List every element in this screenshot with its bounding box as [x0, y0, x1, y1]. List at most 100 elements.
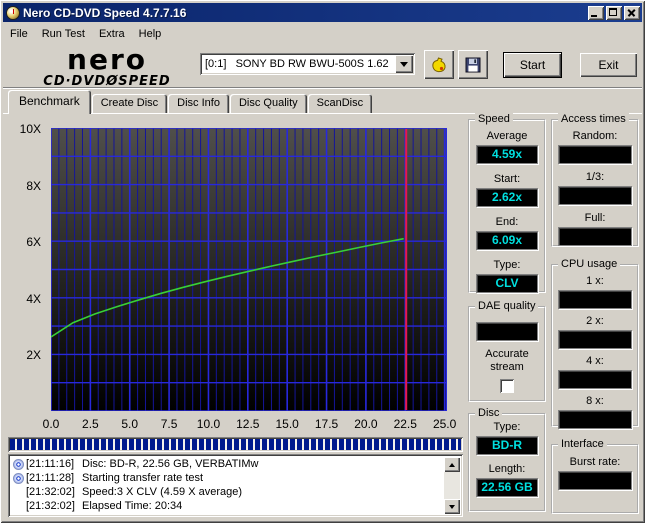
maximize-icon: [609, 7, 617, 16]
save-icon: [465, 57, 481, 72]
cpu-1x-label: 1 x:: [586, 275, 604, 287]
scroll-down-button[interactable]: [444, 499, 460, 514]
x-tick-label: 25.0: [432, 417, 457, 431]
y-tick-label: 6X: [26, 235, 41, 250]
menu-run-test[interactable]: Run Test: [35, 26, 92, 42]
speed-type-value: CLV: [476, 274, 538, 293]
app-icon: [6, 5, 20, 20]
cpu-2x-label: 2 x:: [586, 315, 604, 327]
disc-icon: [13, 458, 24, 470]
x-tick-label: 17.5: [314, 417, 339, 431]
end-label: End:: [495, 216, 519, 228]
exit-button[interactable]: Exit: [580, 53, 637, 77]
options-icon: [432, 56, 446, 72]
group-title: Access times: [558, 113, 629, 125]
scroll-up-button[interactable]: [444, 457, 460, 472]
x-tick-label: 22.5: [393, 417, 417, 431]
status-log[interactable]: [21:11:16] Disc: BD-R, 22.56 GB, VERBATI…: [8, 454, 463, 517]
log-timestamp: [21:11:28]: [26, 472, 75, 484]
minimize-button[interactable]: [588, 5, 604, 20]
arrow-down-icon: [449, 504, 455, 512]
start-speed-value: 2.62x: [476, 188, 538, 207]
drive-selector[interactable]: [0:1] SONY BD RW BWU-500S 1.62: [200, 53, 415, 75]
chevron-down-icon: [400, 61, 408, 71]
cpu-4x-value: [558, 370, 632, 389]
start-button[interactable]: Start: [503, 52, 562, 78]
tab-strip: Benchmark Create Disc Disc Info Disc Qua…: [8, 90, 373, 114]
burst-rate-label: Burst rate:: [569, 456, 621, 468]
log-scrollbar[interactable]: [444, 457, 460, 514]
access-times-group: Access times Random: 1/3: Full:: [551, 113, 639, 247]
group-title: CPU usage: [558, 258, 621, 270]
disc-icon: [13, 472, 24, 484]
cpu-4x-label: 4 x:: [586, 355, 604, 367]
log-row: [21:32:02] Speed:3 X CLV (4.59 X average…: [11, 485, 443, 499]
tab-create-disc[interactable]: Create Disc: [91, 94, 168, 114]
accurate-stream-label: Accurate stream: [485, 348, 529, 373]
progress-fill: [10, 439, 461, 450]
maximize-button[interactable]: [606, 5, 622, 20]
menu-help[interactable]: Help: [132, 26, 169, 42]
tab-scandisc[interactable]: ScanDisc: [307, 94, 373, 114]
drive-selector-dropdown-button[interactable]: [395, 55, 413, 73]
accurate-stream-checkbox[interactable]: [500, 379, 514, 393]
disc-length-value: 22.56 GB: [476, 478, 538, 497]
disc-type-label: Type:: [493, 421, 521, 433]
log-message: Disc: BD-R, 22.56 GB, VERBATIMw: [82, 458, 259, 470]
full-label: Full:: [584, 212, 606, 224]
average-speed-value: 4.59x: [476, 145, 538, 164]
log-timestamp: [21:32:02]: [26, 500, 75, 512]
toolbar-separator: [3, 87, 642, 89]
log-message: Elapsed Time: 20:34: [82, 500, 183, 512]
tab-baseline: [3, 113, 642, 114]
log-timestamp: [21:11:16]: [26, 458, 75, 470]
nero-logo-wordmark: nero: [67, 43, 147, 76]
tab-disc-info[interactable]: Disc Info: [168, 94, 229, 114]
log-message: Speed:3 X CLV (4.59 X average): [82, 486, 243, 498]
one-third-access-value: [558, 186, 632, 205]
y-tick-label: 4X: [26, 291, 41, 306]
x-tick-label: 0.0: [42, 417, 60, 431]
y-tick-label: 2X: [26, 348, 41, 363]
one-third-label: 1/3:: [585, 171, 605, 183]
menu-extra[interactable]: Extra: [92, 26, 132, 42]
burst-rate-value: [558, 471, 632, 490]
group-title: DAE quality: [475, 300, 539, 312]
log-row: [21:32:02] Elapsed Time: 20:34: [11, 499, 443, 513]
app-window: Nero CD-DVD Speed 4.7.7.16 File Run Test…: [0, 0, 645, 523]
options-button[interactable]: [424, 50, 454, 79]
speed-group: Speed Average 4.59x Start: 2.62x End: 6.…: [468, 113, 546, 293]
nero-logo: nero CD·DVDØSPEED: [22, 43, 192, 89]
menubar: File Run Test Extra Help: [3, 24, 642, 43]
tab-disc-quality[interactable]: Disc Quality: [229, 94, 307, 114]
disc-group: Disc Type: BD-R Length: 22.56 GB: [468, 407, 546, 512]
y-tick-label: 8X: [26, 178, 41, 193]
benchmark-chart: [50, 127, 448, 412]
cpu-8x-value: [558, 410, 632, 429]
save-button[interactable]: [458, 50, 488, 79]
random-label: Random:: [572, 130, 618, 142]
end-speed-value: 6.09x: [476, 231, 538, 250]
dae-quality-value: [476, 322, 538, 341]
window-title: Nero CD-DVD Speed 4.7.7.16: [23, 5, 187, 20]
close-button[interactable]: [624, 5, 640, 20]
test-progress-bar: [8, 437, 463, 452]
group-title: Speed: [475, 113, 513, 125]
cpu-8x-label: 8 x:: [586, 395, 604, 407]
titlebar[interactable]: Nero CD-DVD Speed 4.7.7.16: [3, 3, 642, 22]
log-row: [21:11:16] Disc: BD-R, 22.56 GB, VERBATI…: [11, 457, 443, 471]
menu-file[interactable]: File: [3, 26, 35, 42]
cpu-1x-value: [558, 290, 632, 309]
x-tick-label: 5.0: [121, 417, 139, 431]
log-timestamp: [21:32:02]: [26, 486, 75, 498]
arrow-up-icon: [449, 460, 455, 467]
y-tick-label: 10X: [19, 122, 41, 136]
x-tick-label: 15.0: [275, 417, 299, 431]
x-tick-label: 12.5: [236, 417, 260, 431]
x-tick-label: 20.0: [354, 417, 378, 431]
start-label: Start:: [493, 173, 521, 185]
x-axis-labels: 0.0 2.5 5.0 7.5 10.0 12.5 15.0 17.5 20.0 22.5 25.0: [43, 417, 457, 431]
disc-length-label: Length:: [488, 463, 526, 475]
x-tick-label: 2.5: [82, 417, 99, 431]
tab-benchmark[interactable]: Benchmark: [8, 90, 91, 114]
